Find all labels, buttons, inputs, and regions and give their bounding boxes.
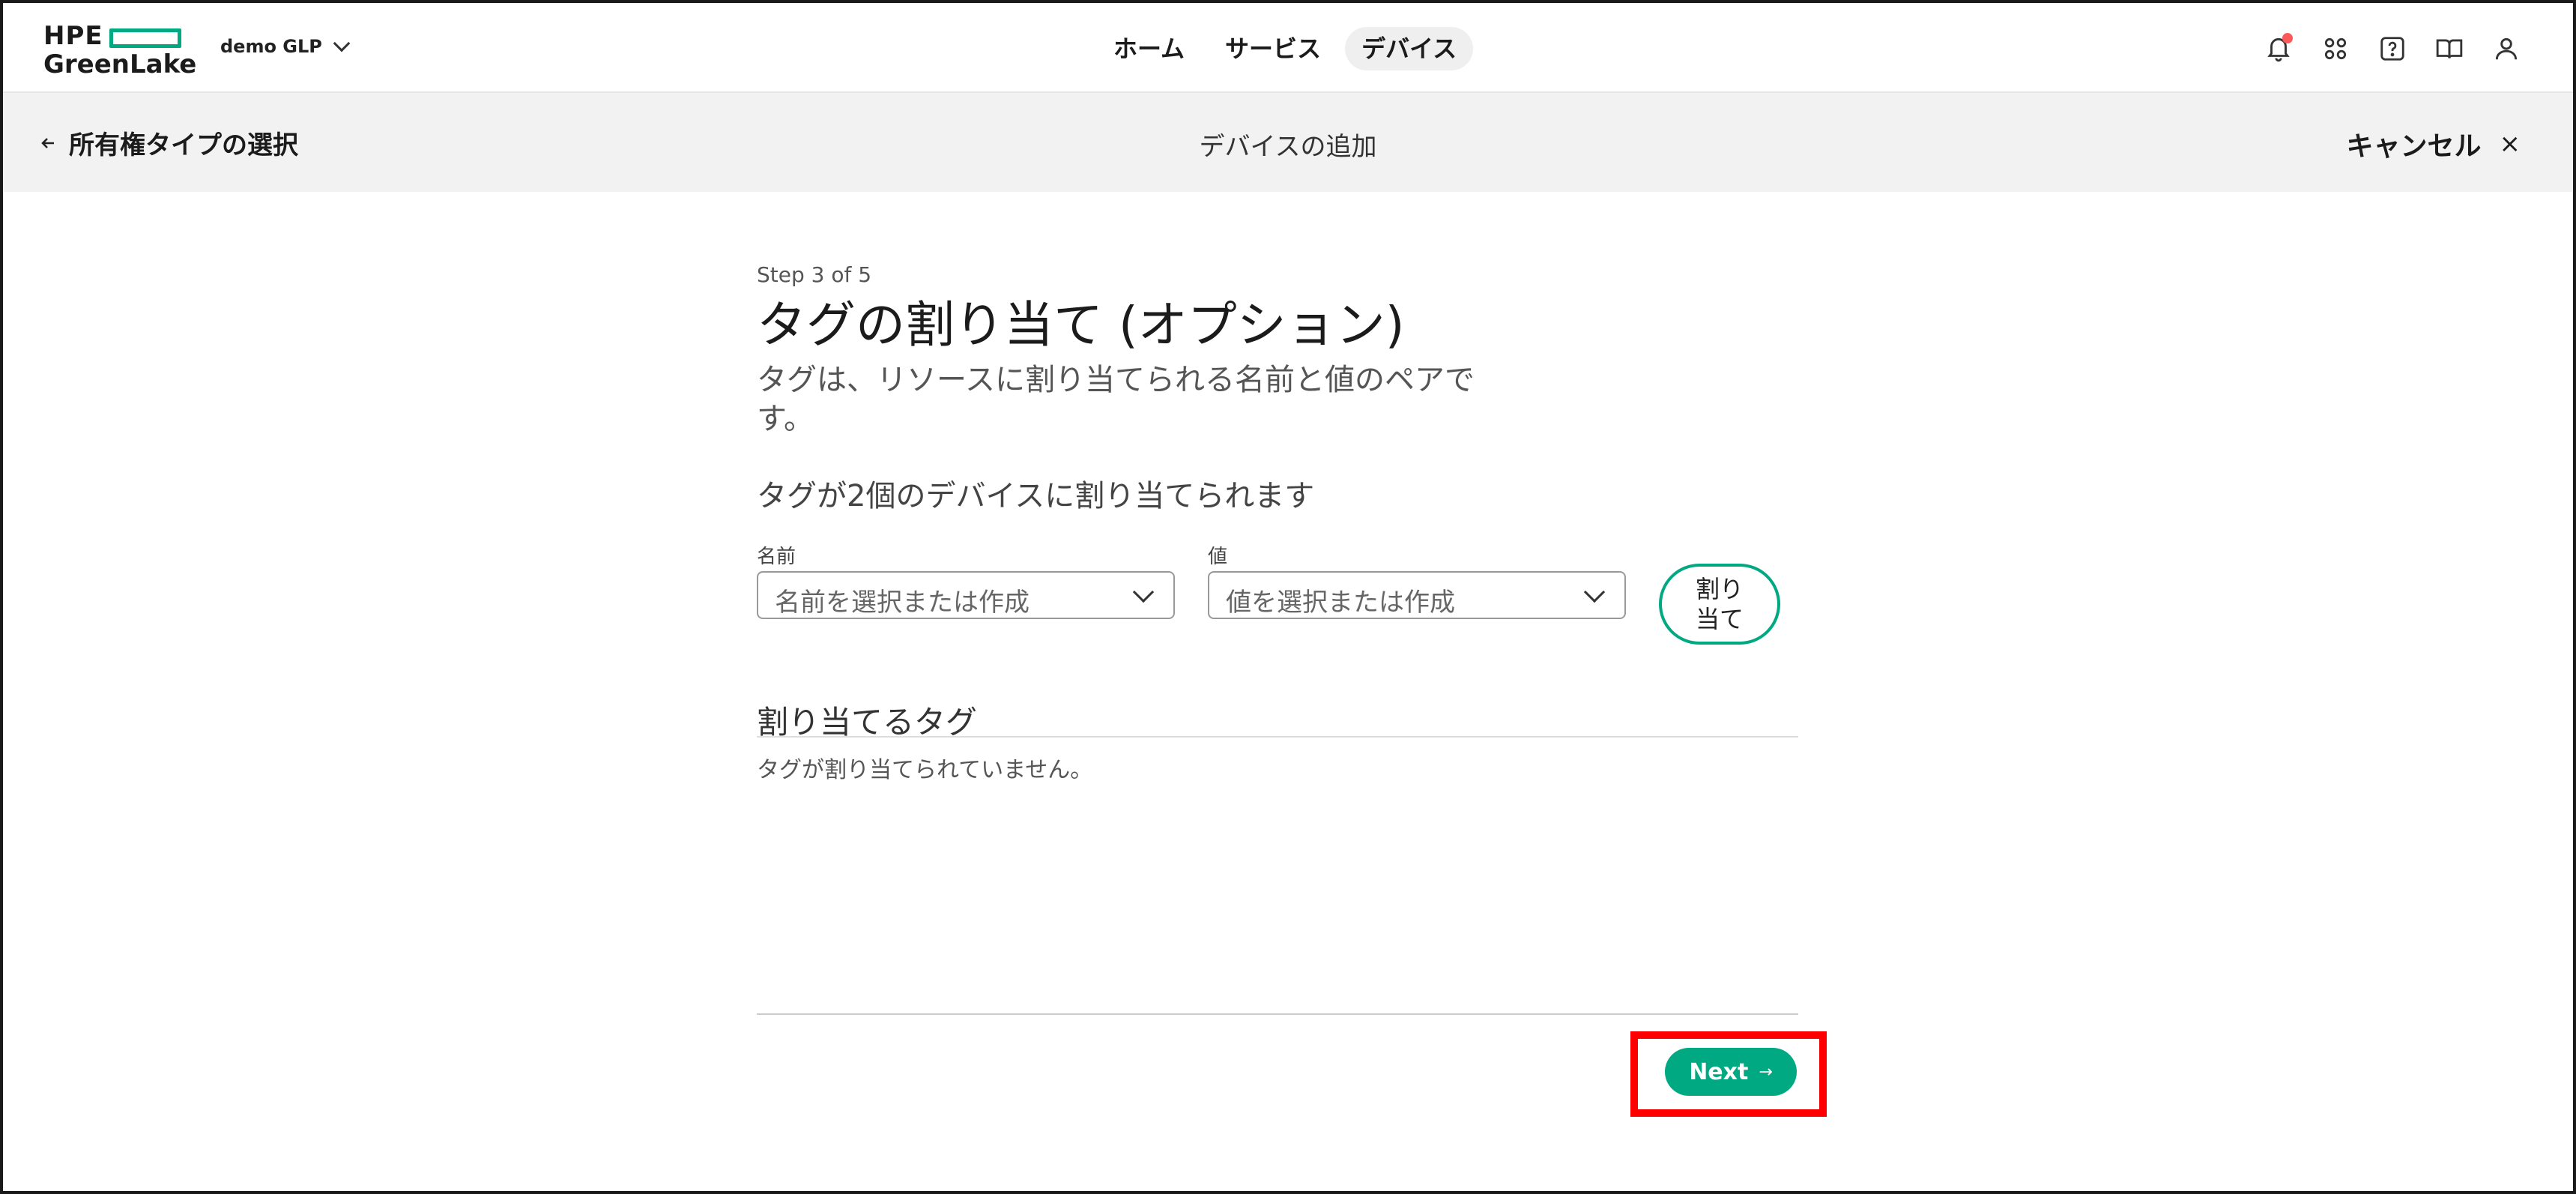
assign-button-line1: 割り (1695, 575, 1744, 603)
assign-button-line2: 当て (1695, 605, 1744, 633)
apps-grid-icon[interactable] (2321, 34, 2350, 63)
page-description: タグは、リソースに割り当てられる名前と値のペアです。 (757, 363, 1475, 436)
nav-devices[interactable]: デバイス (1345, 27, 1474, 70)
assign-button[interactable]: 割り 当て (1659, 564, 1780, 645)
hpe-element-icon (109, 28, 181, 48)
page-title: タグの割り当て (オプション) (757, 296, 1405, 354)
hpe-greenlake-logo[interactable]: HPE GreenLake (43, 21, 196, 78)
cancel-label: キャンセル (2346, 131, 2482, 162)
section-divider (757, 736, 1798, 738)
book-icon[interactable] (2435, 34, 2464, 63)
main-nav: ホーム サービス デバイス (1097, 27, 1474, 70)
logo-hpe-text: HPE (43, 21, 103, 51)
top-header: HPE GreenLake demo GLP ホーム サービス デバイス (3, 3, 2573, 93)
logo-greenlake-text: GreenLake (43, 49, 197, 79)
nav-services[interactable]: サービス (1209, 27, 1337, 70)
wizard-content: Step 3 of 5 タグの割り当て (オプション) タグは、リソースに割り当… (757, 262, 1798, 1015)
name-select[interactable]: 名前を選択または作成 (757, 571, 1175, 619)
cancel-button[interactable]: キャンセル × (2346, 124, 2521, 163)
next-button[interactable]: Next → (1665, 1048, 1797, 1096)
notification-dot (2282, 33, 2293, 43)
value-select-placeholder: 値を選択または作成 (1226, 588, 1455, 618)
value-field-label: 値 (1208, 546, 1228, 568)
workspace-switcher[interactable]: demo GLP (220, 34, 351, 57)
utility-icons (2264, 33, 2521, 63)
chevron-down-icon (333, 34, 351, 52)
workspace-name: demo GLP (220, 36, 322, 57)
help-icon[interactable] (2378, 34, 2407, 63)
bell-icon[interactable] (2264, 33, 2293, 63)
tag-form: 名前 名前を選択または作成 値 値を選択または作成 割り 当て (757, 541, 1798, 645)
name-select-placeholder: 名前を選択または作成 (775, 588, 1030, 618)
name-field-label: 名前 (757, 546, 796, 568)
device-count-note: タグが2個のデバイスに割り当てられます (757, 479, 1315, 513)
footer-divider (757, 1013, 1798, 1015)
wizard-title: デバイスの追加 (1199, 132, 1377, 162)
nav-home[interactable]: ホーム (1097, 27, 1201, 70)
empty-tags-message: タグが割り当てられていません。 (757, 757, 1093, 783)
next-button-label: Next (1689, 1058, 1749, 1085)
close-icon: × (2499, 129, 2521, 159)
chevron-down-icon (1132, 581, 1155, 603)
arrow-right-icon: → (1759, 1062, 1773, 1082)
chevron-down-icon (1583, 581, 1606, 603)
user-icon[interactable] (2492, 34, 2521, 63)
value-select[interactable]: 値を選択または作成 (1208, 571, 1626, 619)
wizard-subheader: 所有権タイプの選択 デバイスの追加 キャンセル × (3, 93, 2573, 192)
step-indicator: Step 3 of 5 (757, 262, 872, 287)
